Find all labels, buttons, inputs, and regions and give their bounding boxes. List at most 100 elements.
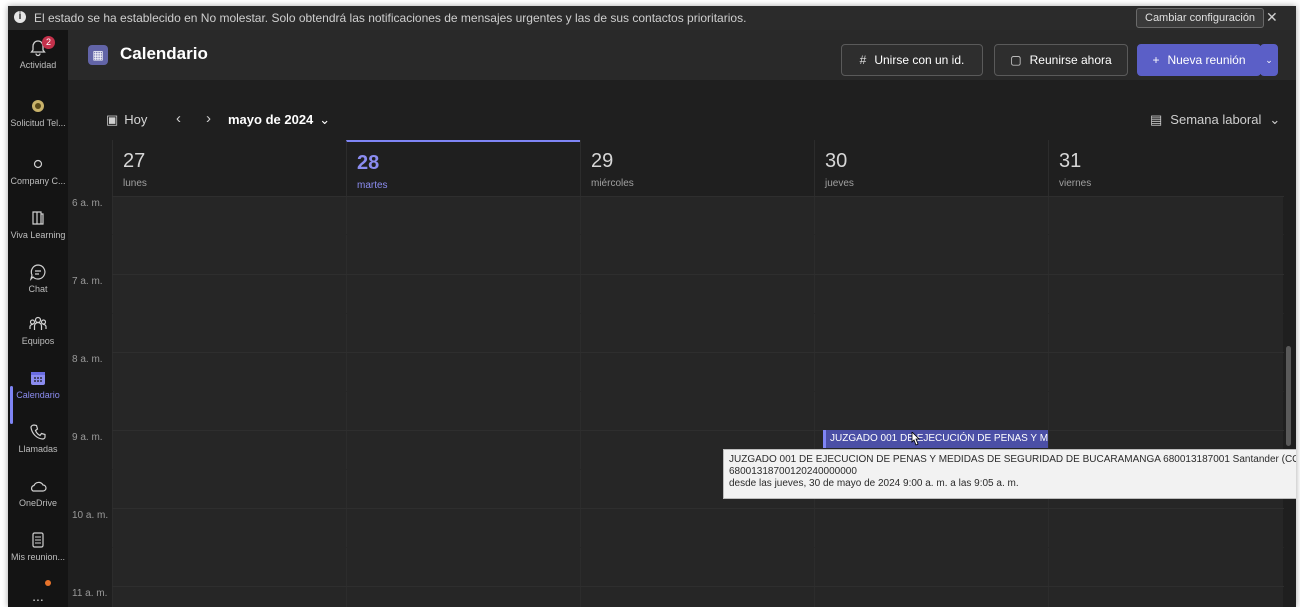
new-meeting-button[interactable]: + Nueva reunión — [1137, 44, 1261, 76]
info-icon: i — [14, 11, 26, 23]
calendar-event[interactable]: JUZGADO 001 DE EJECUCIÓN DE PENAS Y MED — [823, 430, 1048, 448]
meet-now-label: Reunirse ahora — [1029, 53, 1112, 67]
rail-label: Equipos — [21, 336, 55, 346]
chevron-down-icon: ⌄ — [1269, 112, 1281, 127]
time-label: 8 a. m. — [72, 354, 103, 365]
month-label: mayo de 2024 — [228, 112, 314, 127]
day-header-tuesday[interactable]: 28 martes — [346, 140, 581, 198]
join-with-id-button[interactable]: # Unirse con un id. — [841, 44, 983, 76]
day-header-thursday[interactable]: 30 jueves — [814, 140, 1049, 196]
book-icon — [32, 211, 44, 225]
day-number: 31 — [1059, 150, 1082, 172]
cloud-icon — [30, 481, 47, 492]
day-number: 29 — [591, 150, 614, 172]
rail-activity[interactable]: 2 Actividad — [8, 36, 68, 70]
day-headers: 27 lunes 28 martes 29 miércoles 30 jueve… — [68, 140, 1296, 198]
video-camera-icon: ▢ — [1010, 53, 1022, 67]
tooltip-line: desde las jueves, 30 de mayo de 2024 9:0… — [729, 478, 1019, 489]
activity-badge: 2 — [42, 36, 55, 49]
view-calendar-icon: ▤ — [1150, 112, 1163, 127]
company-icon — [33, 159, 43, 169]
dnd-notification-bar: i El estado se ha establecido en No mole… — [8, 6, 1296, 30]
rail-calls[interactable]: Llamadas — [8, 422, 68, 454]
today-button[interactable]: ▣ Hoy — [106, 112, 147, 128]
rail-label: OneDrive — [18, 498, 57, 508]
rail-more[interactable]: ... — [8, 580, 68, 604]
mouse-cursor-icon — [911, 432, 920, 446]
next-week-icon[interactable]: › — [206, 110, 211, 127]
view-selector[interactable]: ▤ Semana laboral ⌄ — [1150, 112, 1280, 128]
event-tooltip: JUZGADO 001 DE EJECUCIÓN DE PENAS Y MEDI… — [723, 449, 1296, 499]
time-label: 9 a. m. — [72, 432, 103, 443]
rail-label: Calendario — [16, 390, 60, 400]
day-number: 27 — [123, 150, 146, 172]
time-grid: 6 a. m. 7 a. m. 8 a. m. 9 a. m. 10 a. m.… — [68, 196, 1296, 607]
plus-icon: + — [1152, 53, 1160, 67]
previous-week-icon[interactable]: ‹ — [176, 110, 181, 127]
day-column[interactable] — [1048, 196, 1283, 607]
rail-label: Actividad — [19, 60, 57, 70]
meet-now-button[interactable]: ▢ Reunirse ahora — [994, 44, 1128, 76]
day-column[interactable] — [580, 196, 815, 607]
hour-line — [112, 352, 1284, 353]
rail-label: Chat — [28, 284, 48, 294]
calendar-icon — [31, 372, 45, 385]
today-label: Hoy — [124, 112, 148, 127]
half-hour-line — [112, 391, 1284, 392]
hour-line — [112, 586, 1284, 587]
rail-viva-learning[interactable]: Viva Learning — [8, 208, 68, 240]
month-picker[interactable]: mayo de 2024 ⌄ — [228, 112, 330, 128]
rail-label: Mis reunion... — [10, 552, 66, 562]
hour-line — [112, 274, 1284, 275]
rail-request[interactable]: Solicitud Tel... — [8, 96, 68, 128]
half-hour-line — [112, 547, 1284, 548]
tooltip-line: 68001318700120240000000 — [729, 466, 857, 477]
hash-icon: # — [859, 53, 867, 67]
chevron-down-icon: ⌄ — [319, 112, 331, 127]
day-name: jueves — [825, 178, 854, 189]
day-column[interactable] — [814, 196, 1049, 607]
rail-label: Llamadas — [18, 444, 58, 454]
meeting-room-icon — [32, 532, 44, 548]
calendar-today-icon: ▣ — [106, 112, 119, 127]
chat-icon — [29, 264, 46, 281]
hour-line — [112, 196, 1284, 197]
time-label: 6 a. m. — [72, 198, 103, 209]
day-number: 28 — [357, 152, 380, 174]
rail-company[interactable]: Company C... — [8, 154, 68, 186]
rail-onedrive[interactable]: OneDrive — [8, 476, 68, 508]
day-name: miércoles — [591, 178, 634, 189]
rail-label: Solicitud Tel... — [10, 118, 66, 128]
half-hour-line — [112, 234, 1284, 235]
new-meeting-label: Nueva reunión — [1167, 53, 1246, 67]
rail-chat[interactable]: Chat — [8, 262, 68, 294]
day-number: 30 — [825, 150, 848, 172]
calendar-header: ▦ Calendario # Unirse con un id. ▢ Reunirs… — [68, 30, 1296, 80]
day-name: martes — [357, 180, 388, 191]
day-header-wednesday[interactable]: 29 miércoles — [580, 140, 815, 196]
app-icon — [32, 100, 44, 112]
view-label: Semana laboral — [1170, 112, 1262, 127]
day-column[interactable] — [112, 196, 347, 607]
rail-my-meetings[interactable]: Mis reunion... — [8, 530, 68, 562]
change-settings-button[interactable]: Cambiar configuración — [1136, 8, 1265, 28]
time-label: 10 a. m. — [72, 510, 109, 521]
day-header-friday[interactable]: 31 viernes — [1048, 140, 1283, 196]
new-meeting-dropdown[interactable]: ⌄ — [1260, 44, 1278, 76]
phone-icon — [30, 424, 46, 440]
half-hour-line — [112, 313, 1284, 314]
day-name: viernes — [1059, 178, 1092, 189]
day-column[interactable] — [346, 196, 581, 607]
chevron-down-icon: ⌄ — [1265, 55, 1273, 65]
rail-calendar[interactable]: Calendario — [8, 368, 68, 400]
rail-teams[interactable]: Equipos — [8, 314, 68, 346]
vertical-scrollbar[interactable] — [1286, 346, 1291, 446]
day-name: lunes — [123, 178, 147, 189]
calendar-app-icon: ▦ — [88, 45, 108, 65]
close-notification-icon[interactable]: ✕ — [1266, 9, 1278, 26]
time-label: 7 a. m. — [72, 276, 103, 287]
teams-people-icon — [29, 316, 47, 330]
new-dot-indicator — [45, 580, 51, 586]
tooltip-line: JUZGADO 001 DE EJECUCIÓN DE PENAS Y MEDI… — [729, 454, 1296, 465]
day-header-monday[interactable]: 27 lunes — [112, 140, 347, 196]
